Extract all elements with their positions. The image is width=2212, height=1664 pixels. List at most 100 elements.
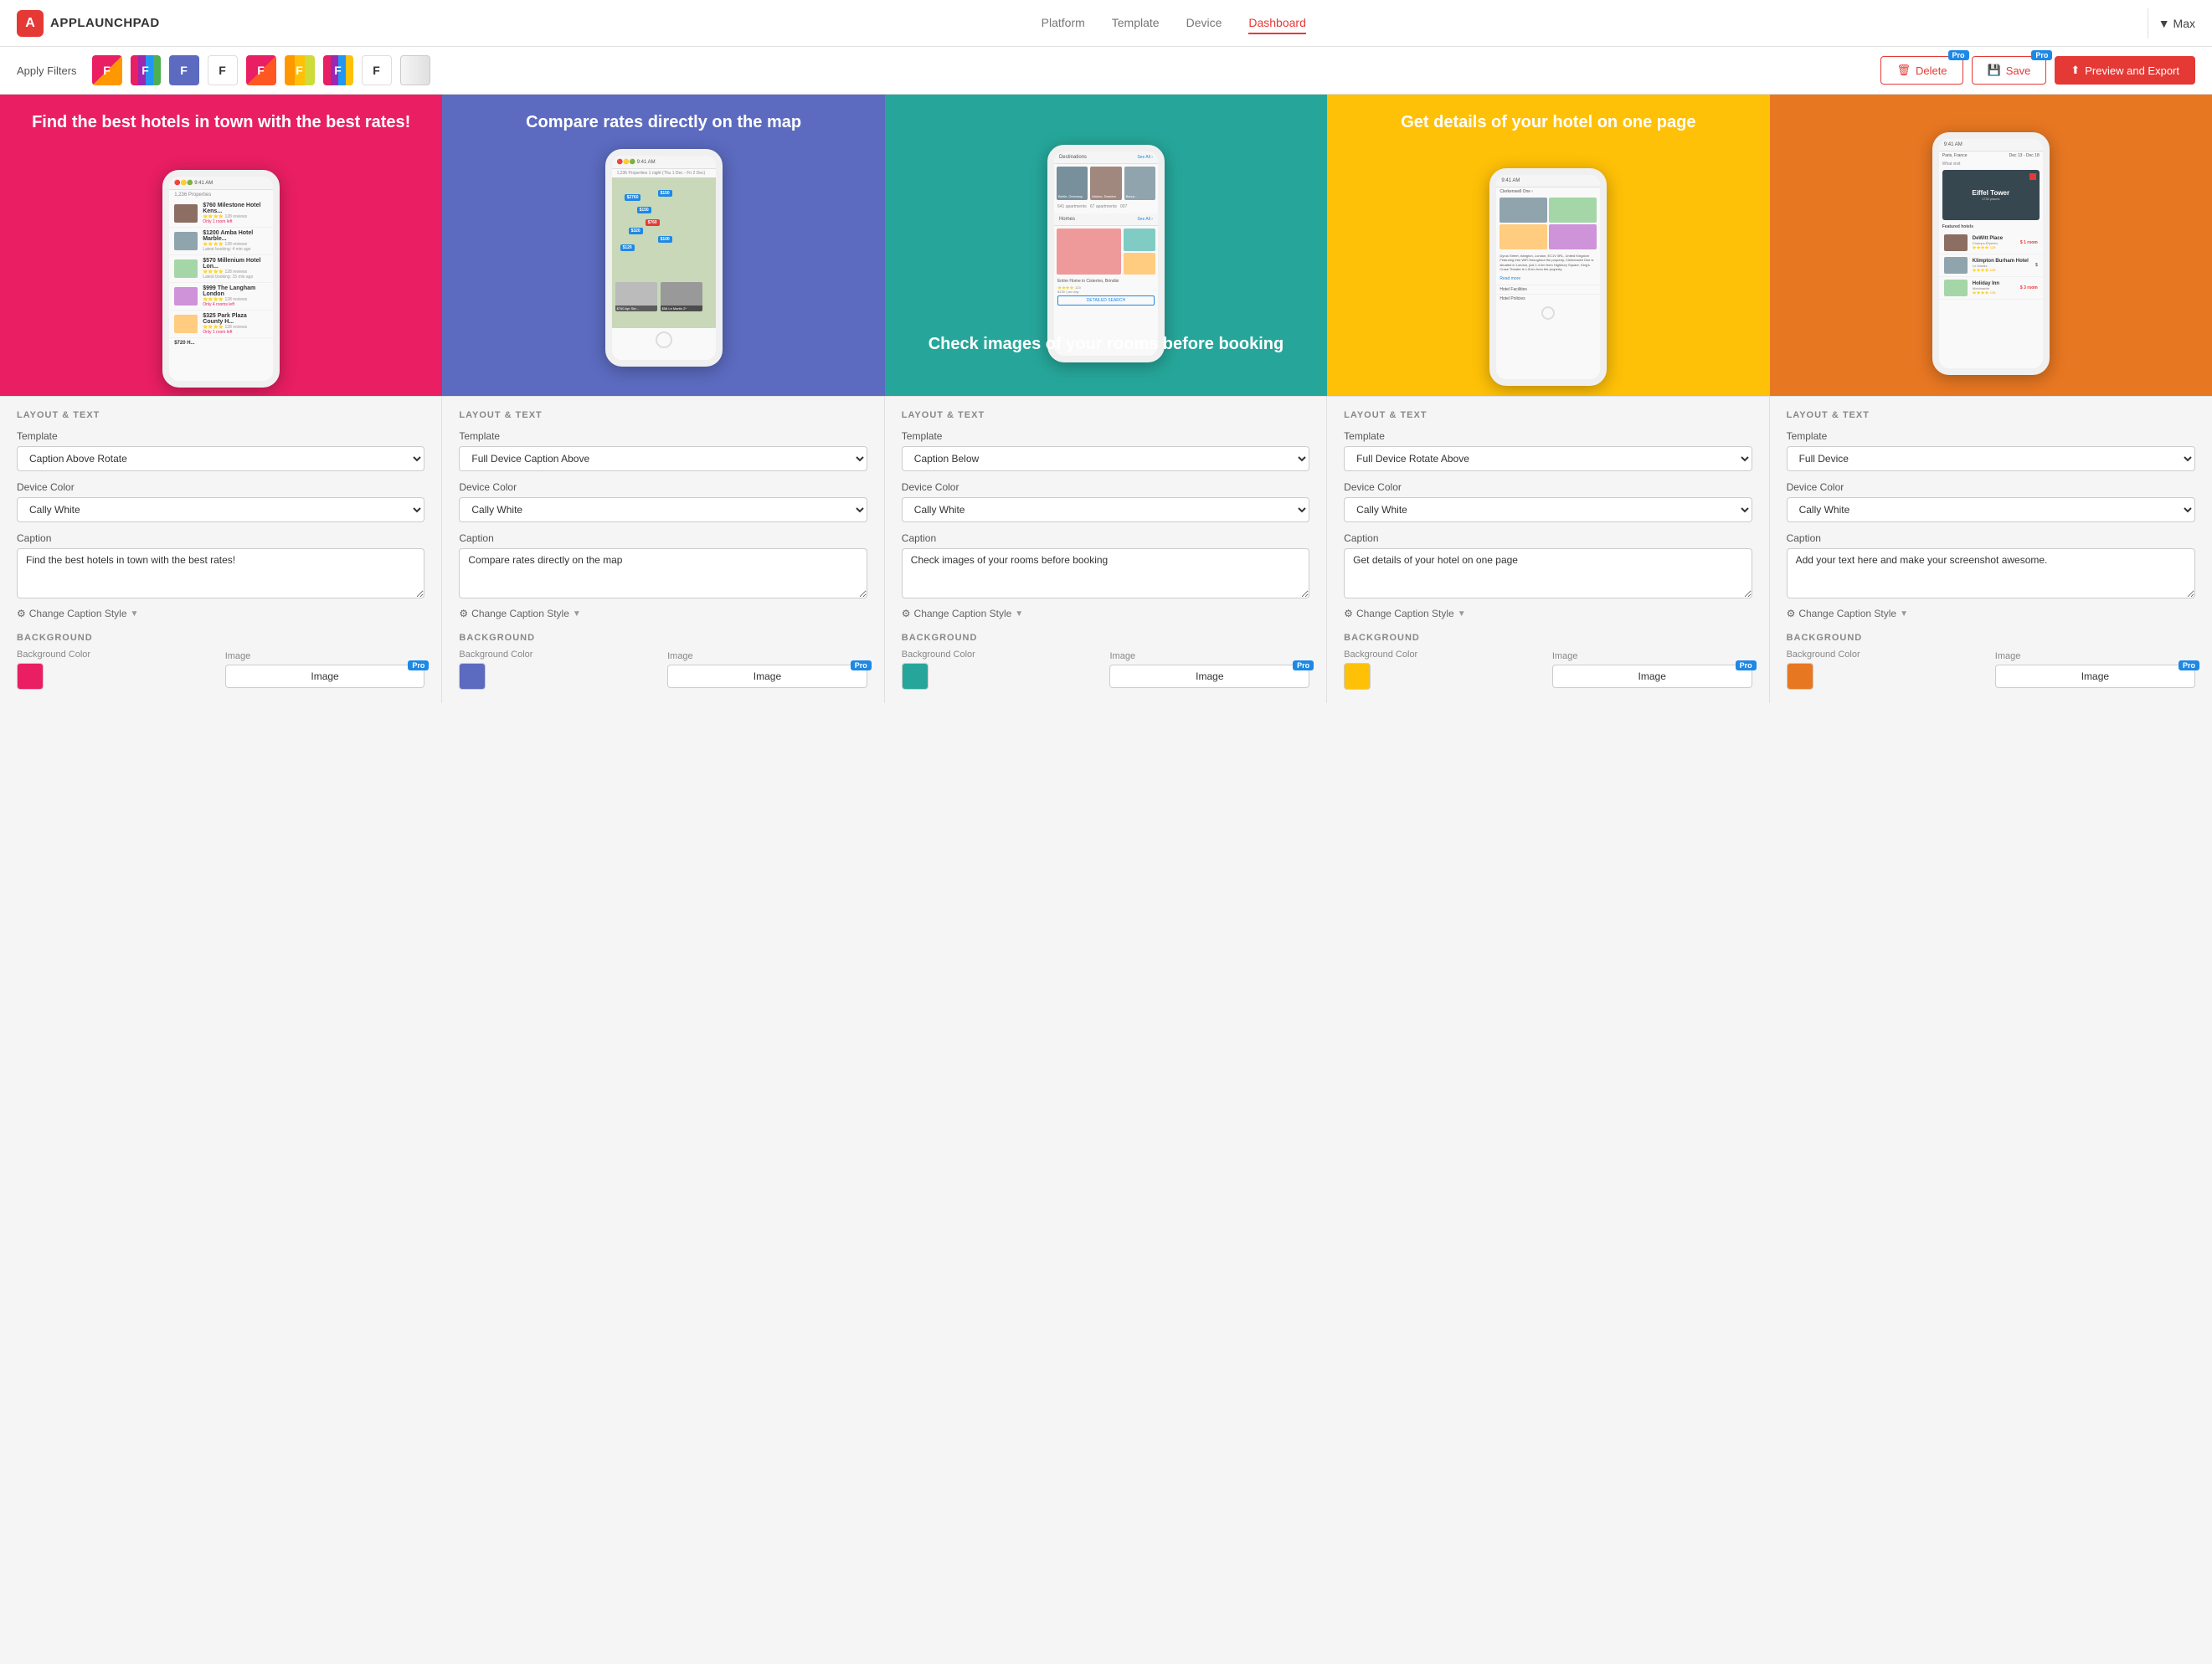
user-menu[interactable]: ▼ Max	[2158, 17, 2195, 30]
gear-icon-5: ⚙	[1787, 608, 1796, 619]
nav-dashboard[interactable]: Dashboard	[1248, 13, 1306, 34]
template-select-3[interactable]: Caption Above Rotate Full Device Caption…	[902, 446, 1309, 471]
bg-section-label-5: BACKGROUND	[1787, 633, 2195, 643]
screen-preview-1: Find the best hotels in town with the be…	[0, 95, 442, 396]
change-caption-btn-1[interactable]: ⚙ Change Caption Style ▼	[17, 608, 424, 619]
pro-tag-4: Pro	[1736, 660, 1757, 670]
filter-btn-6[interactable]: F	[285, 55, 315, 85]
caption-label-3: Caption	[902, 532, 1309, 544]
bg-color-label-4: Background Color	[1344, 650, 1544, 660]
nav-platform[interactable]: Platform	[1042, 13, 1085, 34]
screen-card-5[interactable]: 9:41 AM Paris, France Dec 13 - Dec 18 Wh…	[1770, 95, 2212, 396]
filter-btn-2[interactable]: F	[131, 55, 161, 85]
logo-text: APPLAUNCHPAD	[50, 16, 160, 30]
screen-card-1[interactable]: Find the best hotels in town with the be…	[0, 95, 442, 396]
change-caption-btn-5[interactable]: ⚙ Change Caption Style ▼	[1787, 608, 2195, 619]
section-label-5: LAYOUT & TEXT	[1787, 410, 2195, 420]
bg-image-btn-2[interactable]: Image Pro	[667, 665, 867, 688]
toolbar: Apply Filters F F F F F F F F 🗑 Delete P…	[0, 47, 2212, 95]
bg-image-btn-4[interactable]: Image Pro	[1552, 665, 1752, 688]
bg-color-swatch-3[interactable]	[902, 663, 929, 690]
device-color-select-3[interactable]: Cally White Cally Black Cally Gold	[902, 497, 1309, 522]
filter-btn-8[interactable]: F	[362, 55, 392, 85]
bg-color-swatch-1[interactable]	[17, 663, 44, 690]
device-color-select-4[interactable]: Cally White Cally Black Cally Gold	[1344, 497, 1752, 522]
caption-label-5: Caption	[1787, 532, 2195, 544]
section-label-4: LAYOUT & TEXT	[1344, 410, 1752, 420]
device-color-select-2[interactable]: Cally White Cally Black Cally Gold	[459, 497, 867, 522]
screen-caption-1: Find the best hotels in town with the be…	[0, 95, 442, 150]
bg-image-label-2: Image	[667, 651, 867, 661]
delete-button[interactable]: 🗑 Delete Pro	[1880, 56, 1963, 85]
caption-textarea-2[interactable]: Compare rates directly on the map	[459, 548, 867, 598]
chevron-icon-1: ▼	[131, 609, 139, 619]
nav-device[interactable]: Device	[1186, 13, 1222, 34]
settings-col-2: LAYOUT & TEXT Template Caption Above Rot…	[442, 397, 884, 703]
change-caption-btn-4[interactable]: ⚙ Change Caption Style ▼	[1344, 608, 1752, 619]
chevron-icon-4: ▼	[1458, 609, 1466, 619]
pro-tag-2: Pro	[851, 660, 872, 670]
filter-btn-4[interactable]: F	[208, 55, 238, 85]
bg-image-label-1: Image	[225, 651, 425, 661]
delete-icon: 🗑	[1896, 64, 1911, 77]
bg-section-label-3: BACKGROUND	[902, 633, 1309, 643]
nav-template[interactable]: Template	[1112, 13, 1160, 34]
screen-card-3[interactable]: Destinations See All › Berlin, Germany M…	[885, 95, 1327, 396]
device-color-label-1: Device Color	[17, 481, 424, 493]
delete-pro-badge: Pro	[1948, 50, 1969, 60]
device-color-label-3: Device Color	[902, 481, 1309, 493]
device-color-label-5: Device Color	[1787, 481, 2195, 493]
screen-card-4[interactable]: Get details of your hotel on one page 9:…	[1327, 95, 1769, 396]
caption-textarea-1[interactable]: Find the best hotels in town with the be…	[17, 548, 424, 598]
screen-caption-2: Compare rates directly on the map	[442, 95, 884, 150]
main-nav: Platform Template Device Dashboard	[210, 13, 2137, 34]
section-label-3: LAYOUT & TEXT	[902, 410, 1309, 420]
caption-textarea-3[interactable]: Check images of your rooms before bookin…	[902, 548, 1309, 598]
bg-color-swatch-2[interactable]	[459, 663, 486, 690]
pro-tag-3: Pro	[1293, 660, 1314, 670]
device-color-select-5[interactable]: Cally White Cally Black Cally Gold	[1787, 497, 2195, 522]
caption-label-4: Caption	[1344, 532, 1752, 544]
apply-filters-label: Apply Filters	[17, 64, 77, 77]
template-label-4: Template	[1344, 430, 1752, 442]
phone-5: 9:41 AM Paris, France Dec 13 - Dec 18 Wh…	[1932, 132, 2050, 375]
bg-color-swatch-5[interactable]	[1787, 663, 1813, 690]
filter-btn-1[interactable]: F	[92, 55, 122, 85]
device-color-label-4: Device Color	[1344, 481, 1752, 493]
bg-color-label-5: Background Color	[1787, 650, 1987, 660]
filter-btn-3[interactable]: F	[169, 55, 199, 85]
screen-preview-5: 9:41 AM Paris, France Dec 13 - Dec 18 Wh…	[1770, 95, 2212, 396]
export-icon: ⬆	[2071, 64, 2080, 77]
bg-color-swatch-4[interactable]	[1344, 663, 1371, 690]
settings-col-3: LAYOUT & TEXT Template Caption Above Rot…	[885, 397, 1327, 703]
template-select-1[interactable]: Caption Above Rotate Full Device Caption…	[17, 446, 424, 471]
change-caption-btn-3[interactable]: ⚙ Change Caption Style ▼	[902, 608, 1309, 619]
export-button[interactable]: ⬆ Preview and Export	[2055, 56, 2195, 85]
settings-col-5: LAYOUT & TEXT Template Caption Above Rot…	[1770, 397, 2212, 703]
device-color-label-2: Device Color	[459, 481, 867, 493]
filter-btn-7[interactable]: F	[323, 55, 353, 85]
bg-image-btn-3[interactable]: Image Pro	[1109, 665, 1309, 688]
save-pro-badge: Pro	[2031, 50, 2052, 60]
settings-col-1: LAYOUT & TEXT Template Caption Above Rot…	[0, 397, 442, 703]
caption-textarea-5[interactable]: Add your text here and make your screens…	[1787, 548, 2195, 598]
device-color-select-1[interactable]: Cally White Cally Black Cally Gold	[17, 497, 424, 522]
change-caption-btn-2[interactable]: ⚙ Change Caption Style ▼	[459, 608, 867, 619]
screen-caption-3: Check images of your rooms before bookin…	[885, 326, 1327, 362]
caption-textarea-4[interactable]: Get details of your hotel on one page	[1344, 548, 1752, 598]
bg-image-btn-1[interactable]: Image Pro	[225, 665, 425, 688]
bg-image-btn-5[interactable]: Image Pro	[1995, 665, 2195, 688]
save-button[interactable]: 💾 Save Pro	[1972, 56, 2047, 85]
template-select-5[interactable]: Caption Above Rotate Full Device Caption…	[1787, 446, 2195, 471]
filter-btn-9[interactable]	[400, 55, 430, 85]
screen-card-2[interactable]: Compare rates directly on the map 🔴🟡🟢 9:…	[442, 95, 884, 396]
filter-btn-5[interactable]: F	[246, 55, 276, 85]
template-select-2[interactable]: Caption Above Rotate Full Device Caption…	[459, 446, 867, 471]
phone-4: 9:41 AM Clerkenwell One ‹ Dyrus Street, …	[1489, 168, 1607, 386]
settings-col-4: LAYOUT & TEXT Template Caption Above Rot…	[1327, 397, 1769, 703]
bg-row-1: Background Color Image Image Pro	[17, 650, 424, 690]
caption-label-1: Caption	[17, 532, 424, 544]
template-select-4[interactable]: Caption Above Rotate Full Device Caption…	[1344, 446, 1752, 471]
header-right: ▼ Max	[2158, 17, 2195, 30]
section-label-1: LAYOUT & TEXT	[17, 410, 424, 420]
